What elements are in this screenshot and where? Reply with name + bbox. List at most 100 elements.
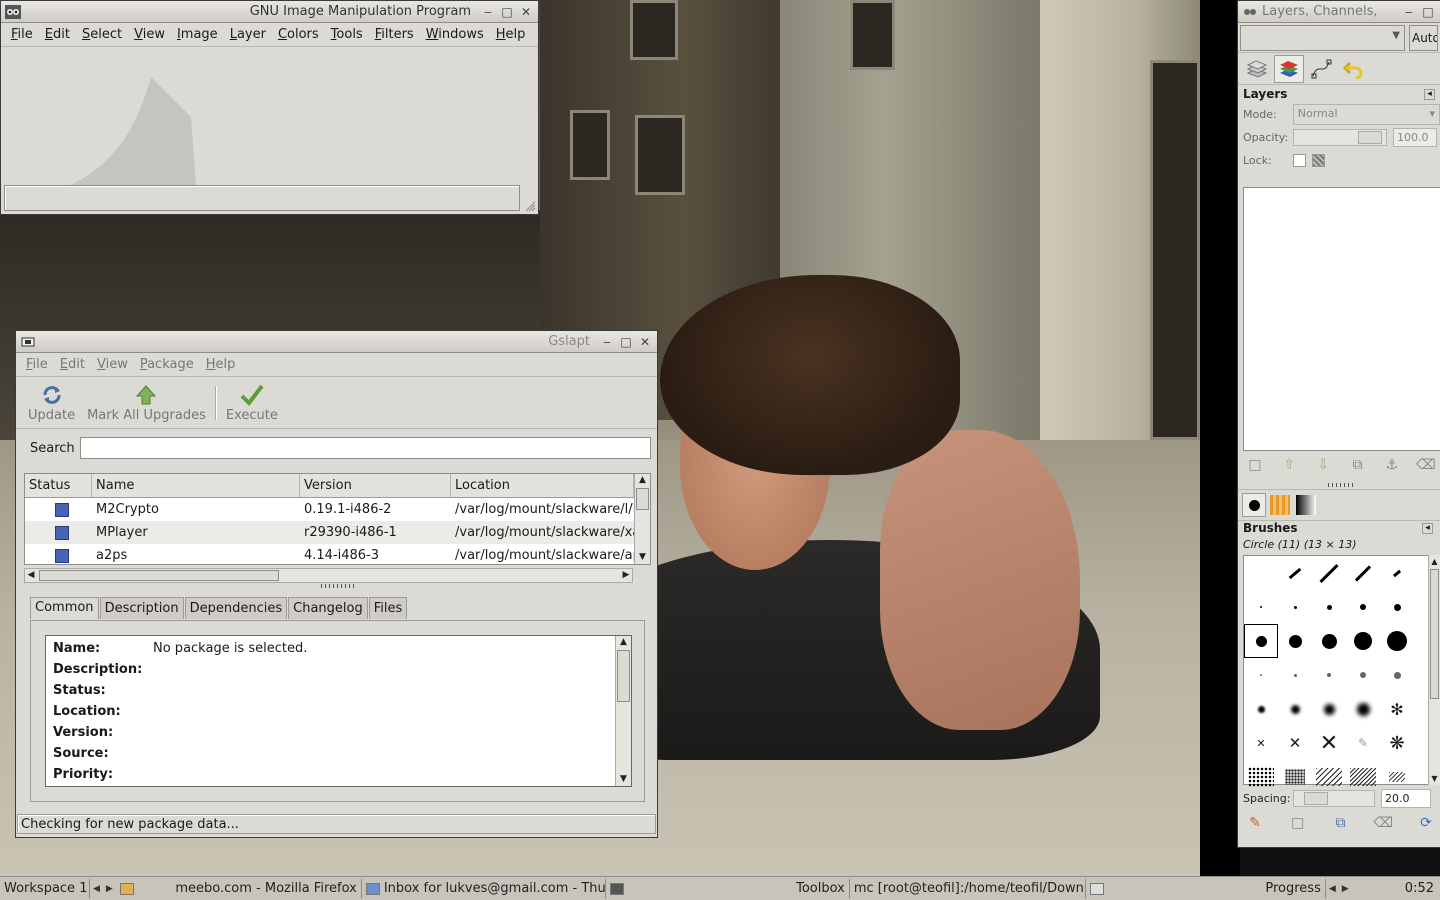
column-name[interactable]: Name: [92, 474, 300, 497]
column-location[interactable]: Location: [451, 474, 634, 497]
auto-button[interactable]: Auto: [1408, 24, 1438, 51]
details-scrollbar[interactable]: ▲ ▼: [615, 636, 631, 786]
brush-cell[interactable]: [1312, 556, 1346, 590]
scroll-thumb[interactable]: [1430, 569, 1439, 699]
brush-cell[interactable]: ✕: [1278, 726, 1312, 760]
taskbar-item-toolbox[interactable]: Toolbox: [606, 878, 850, 899]
brush-cell[interactable]: ✕: [1312, 726, 1346, 760]
brush-cell[interactable]: [1380, 556, 1414, 590]
clock[interactable]: 0:52: [1352, 879, 1440, 899]
brush-cell[interactable]: [1278, 658, 1312, 692]
close-icon[interactable]: ✕: [637, 334, 653, 350]
raise-layer-icon[interactable]: ⇧: [1277, 457, 1301, 473]
tab-channels[interactable]: [1274, 54, 1304, 83]
new-layer-icon[interactable]: □: [1243, 457, 1267, 473]
brush-cell-selected[interactable]: [1244, 624, 1278, 658]
tab-files[interactable]: Files: [368, 597, 408, 619]
tab-changelog[interactable]: Changelog: [288, 597, 368, 619]
tab-patterns[interactable]: [1268, 493, 1292, 517]
gslapt-titlebar[interactable]: Gslapt ‒ □ ✕: [16, 331, 657, 353]
brush-cell[interactable]: [1244, 658, 1278, 692]
scroll-down-icon[interactable]: ▼: [635, 551, 650, 564]
brush-cell[interactable]: [1312, 624, 1346, 658]
dock-pane-grip[interactable]: [1328, 483, 1354, 487]
dock-titlebar[interactable]: Layers, Channels, ‒ □: [1238, 1, 1440, 23]
scroll-down-icon[interactable]: ▼: [616, 773, 631, 786]
tab-gradients[interactable]: [1294, 493, 1318, 517]
scroll-down-icon[interactable]: ▼: [1429, 772, 1440, 785]
column-version[interactable]: Version: [300, 474, 451, 497]
workspace-prev-icon[interactable]: ◀: [90, 884, 103, 894]
mode-combo[interactable]: Normal ▾: [1292, 104, 1440, 125]
menu-tools[interactable]: Tools: [325, 27, 369, 42]
tab-layers[interactable]: [1242, 55, 1272, 83]
taskbar-item-terminal[interactable]: mc [root@teofil]:/home/teofil/Downl: [850, 878, 1086, 899]
scroll-up-icon[interactable]: ▲: [1429, 555, 1440, 568]
tab-paths[interactable]: [1306, 55, 1336, 83]
tab-common[interactable]: Common: [30, 597, 99, 619]
anchor-layer-icon[interactable]: ⚓: [1380, 457, 1404, 473]
resize-grip-icon[interactable]: [524, 200, 536, 212]
brush-grid[interactable]: ✻ ✕ ✕ ✕ ✎ ❋: [1243, 555, 1429, 787]
maximize-icon[interactable]: □: [618, 334, 634, 350]
brush-cell[interactable]: [1278, 624, 1312, 658]
tab-description[interactable]: Description: [99, 597, 184, 619]
scroll-thumb[interactable]: [636, 488, 649, 510]
delete-brush-icon[interactable]: ⌫: [1371, 815, 1395, 831]
opacity-spinbox[interactable]: 100.0: [1393, 128, 1437, 147]
menu-file[interactable]: File: [5, 27, 39, 42]
lock-alpha-checkbox[interactable]: [1293, 154, 1306, 167]
brush-cell[interactable]: ✻: [1380, 692, 1414, 726]
brush-cell[interactable]: ✎: [1346, 726, 1380, 760]
menu-image[interactable]: Image: [171, 27, 224, 42]
brushes-scrollbar[interactable]: ▲ ▼: [1428, 555, 1440, 785]
brush-cell[interactable]: [1312, 590, 1346, 624]
table-vertical-scrollbar[interactable]: ▲ ▼: [634, 474, 650, 564]
taskbar-next-icon[interactable]: ▶: [1339, 884, 1352, 894]
brush-cell[interactable]: [1380, 590, 1414, 624]
menu-select[interactable]: Select: [76, 27, 128, 42]
brush-cell[interactable]: [1312, 692, 1346, 726]
brush-cell[interactable]: [1346, 556, 1380, 590]
minimize-icon[interactable]: ‒: [1401, 4, 1417, 20]
spacing-spinbox[interactable]: 20.0: [1381, 789, 1431, 808]
empty-image-canvas[interactable]: [1, 47, 538, 185]
lower-layer-icon[interactable]: ⇩: [1311, 457, 1335, 473]
table-row[interactable]: M2Crypto 0.19.1-i486-2 /var/log/mount/sl…: [25, 498, 650, 521]
tab-dependencies[interactable]: Dependencies: [184, 597, 288, 619]
brush-cell[interactable]: [1346, 658, 1380, 692]
scroll-thumb[interactable]: [617, 650, 630, 702]
tab-brushes[interactable]: [1242, 493, 1266, 517]
scroll-up-icon[interactable]: ▲: [635, 474, 650, 487]
brush-cell[interactable]: ✕: [1244, 726, 1278, 760]
menu-file[interactable]: File: [20, 357, 54, 372]
taskbar-item-thunderbird[interactable]: Inbox for lukves@gmail.com - Thun: [362, 878, 606, 899]
mark-all-upgrades-button[interactable]: Mark All Upgrades: [81, 382, 212, 423]
brush-cell[interactable]: ❋: [1380, 726, 1414, 760]
gimp-app-icon[interactable]: [5, 4, 21, 19]
gslapt-app-icon[interactable]: [20, 335, 36, 349]
duplicate-layer-icon[interactable]: ⧉: [1346, 457, 1370, 473]
tab-menu-icon[interactable]: ◂: [1422, 522, 1433, 534]
brush-cell[interactable]: [1278, 692, 1312, 726]
brush-cell[interactable]: [1380, 658, 1414, 692]
spacing-slider[interactable]: [1293, 790, 1375, 807]
pane-resize-handle[interactable]: [321, 584, 357, 588]
brush-cell[interactable]: [1380, 624, 1414, 658]
edit-brush-icon[interactable]: ✎: [1243, 815, 1267, 831]
taskbar-item-progress[interactable]: Progress: [1086, 878, 1326, 899]
column-status[interactable]: Status: [25, 474, 92, 497]
workspace-switcher[interactable]: Workspace 1: [0, 878, 90, 899]
menu-help[interactable]: Help: [200, 357, 242, 372]
menu-colors[interactable]: Colors: [272, 27, 325, 42]
menu-help[interactable]: Help: [490, 27, 532, 42]
minimize-icon[interactable]: ‒: [599, 334, 615, 350]
tab-menu-icon[interactable]: ◂: [1424, 88, 1435, 100]
minimize-icon[interactable]: ‒: [480, 4, 496, 20]
update-button[interactable]: Update: [22, 382, 81, 423]
menu-view[interactable]: View: [91, 357, 134, 372]
new-brush-icon[interactable]: □: [1286, 815, 1310, 831]
search-input[interactable]: [80, 437, 651, 459]
tab-undo-history[interactable]: [1338, 55, 1368, 83]
brush-cell[interactable]: [1312, 658, 1346, 692]
